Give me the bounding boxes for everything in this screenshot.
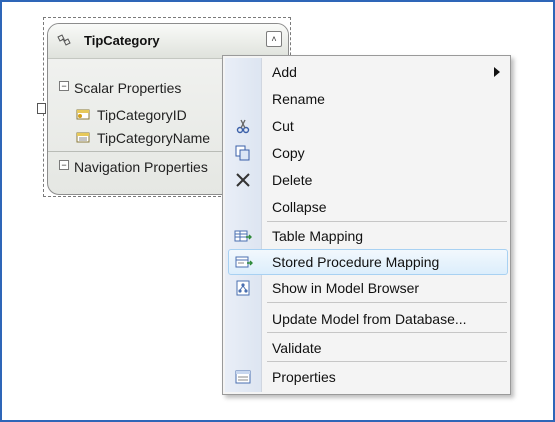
scalar-properties-toggle[interactable]: − (59, 81, 69, 91)
menu-item-label: Properties (272, 369, 336, 385)
property-tipcategoryid[interactable]: TipCategoryID (97, 107, 187, 123)
resize-handle[interactable] (37, 103, 46, 114)
property-tipcategoryname[interactable]: TipCategoryName (97, 130, 210, 146)
menu-separator (267, 332, 507, 333)
menu-item-stored-procedure-mapping[interactable]: Stored Procedure Mapping (228, 249, 508, 275)
menu-item-label: Delete (272, 172, 313, 188)
copy-icon (235, 145, 250, 161)
context-menu: Add Rename Cut Copy Delete Collapse Tabl… (222, 55, 511, 395)
menu-item-label: Collapse (272, 199, 327, 215)
menu-item-properties[interactable]: Properties (225, 365, 508, 389)
menu-item-validate[interactable]: Validate (225, 336, 508, 360)
menu-item-cut[interactable]: Cut (225, 114, 508, 138)
navigation-properties-toggle[interactable]: − (59, 160, 69, 170)
menu-separator (267, 302, 507, 303)
menu-separator (267, 361, 507, 362)
menu-item-label: Validate (272, 340, 322, 356)
menu-item-label: Show in Model Browser (272, 280, 420, 296)
menu-item-label: Rename (272, 91, 325, 107)
menu-item-update-model-from-database[interactable]: Update Model from Database... (225, 307, 508, 331)
menu-separator (267, 221, 507, 222)
menu-item-label: Copy (272, 145, 305, 161)
menu-item-label: Stored Procedure Mapping (272, 254, 440, 270)
menu-item-add[interactable]: Add (225, 60, 508, 84)
navigation-properties-label: Navigation Properties (74, 159, 208, 175)
delete-x-icon (236, 173, 250, 187)
entity-header[interactable]: TipCategory ˄ (48, 24, 288, 59)
menu-item-rename[interactable]: Rename (225, 87, 508, 111)
entity-title: TipCategory (84, 33, 160, 48)
menu-item-show-in-model-browser[interactable]: Show in Model Browser (225, 276, 508, 300)
model-browser-icon (236, 280, 250, 296)
menu-item-copy[interactable]: Copy (225, 141, 508, 165)
key-property-icon (76, 109, 90, 120)
menu-item-label: Table Mapping (272, 228, 364, 244)
scalar-property-icon (76, 132, 90, 143)
menu-item-label: Update Model from Database... (272, 311, 467, 327)
scalar-properties-label: Scalar Properties (74, 80, 182, 96)
table-mapping-icon (234, 230, 252, 242)
entity-type-icon (57, 34, 71, 46)
stored-procedure-mapping-icon (235, 256, 253, 268)
submenu-arrow-icon (494, 67, 500, 77)
menu-item-delete[interactable]: Delete (225, 168, 508, 192)
menu-item-label: Cut (272, 118, 294, 134)
menu-item-label: Add (272, 64, 297, 80)
scissors-icon (236, 119, 250, 134)
menu-item-table-mapping[interactable]: Table Mapping (225, 224, 508, 248)
collapse-entity-button[interactable]: ˄ (266, 31, 282, 47)
properties-icon (235, 370, 251, 384)
menu-item-collapse[interactable]: Collapse (225, 195, 508, 219)
